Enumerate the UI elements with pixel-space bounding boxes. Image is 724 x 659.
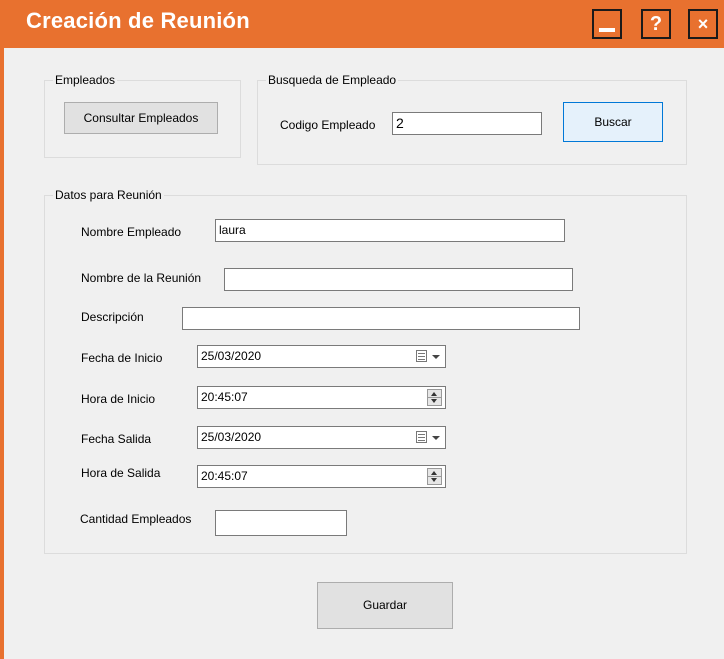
help-icon: ? bbox=[649, 13, 663, 35]
minimize-icon bbox=[599, 28, 615, 32]
nombre-reunion-label: Nombre de la Reunión bbox=[81, 271, 202, 285]
title-bar: Creación de Reunión ? × bbox=[4, 0, 724, 48]
spinner-icon[interactable] bbox=[427, 468, 442, 485]
hora-inicio-value: 20:45:07 bbox=[201, 390, 248, 404]
hora-salida-label: Hora de Salida bbox=[81, 466, 161, 480]
descripcion-label: Descripción bbox=[81, 310, 144, 324]
busqueda-group: Busqueda de Empleado Codigo Empleado 2 B… bbox=[257, 73, 687, 165]
spinner-icon[interactable] bbox=[427, 389, 442, 406]
nombre-empleado-label: Nombre Empleado bbox=[81, 225, 182, 239]
fecha-inicio-value: 25/03/2020 bbox=[201, 349, 262, 363]
busqueda-legend: Busqueda de Empleado bbox=[266, 73, 399, 87]
nombre-reunion-input[interactable] bbox=[224, 268, 573, 291]
fecha-salida-picker[interactable]: 25/03/2020 bbox=[197, 426, 446, 449]
calendar-icon[interactable] bbox=[416, 431, 427, 443]
hora-inicio-label: Hora de Inicio bbox=[81, 392, 156, 406]
codigo-empleado-input[interactable]: 2 bbox=[392, 112, 542, 135]
hora-inicio-picker[interactable]: 20:45:07 bbox=[197, 386, 446, 409]
cantidad-empleados-label: Cantidad Empleados bbox=[80, 512, 192, 526]
help-button[interactable]: ? bbox=[641, 9, 671, 39]
consultar-empleados-button[interactable]: Consultar Empleados bbox=[64, 102, 218, 134]
cantidad-empleados-input[interactable] bbox=[215, 510, 347, 536]
guardar-button[interactable]: Guardar bbox=[317, 582, 453, 629]
fecha-inicio-picker[interactable]: 25/03/2020 bbox=[197, 345, 446, 368]
minimize-button[interactable] bbox=[592, 9, 622, 39]
calendar-icon[interactable] bbox=[416, 350, 427, 362]
fecha-salida-label: Fecha Salida bbox=[81, 432, 152, 446]
empleados-group: Empleados Consultar Empleados bbox=[44, 73, 241, 158]
empleados-legend: Empleados bbox=[53, 73, 118, 87]
window-title: Creación de Reunión bbox=[26, 8, 250, 33]
buscar-button[interactable]: Buscar bbox=[563, 102, 663, 142]
close-icon: × bbox=[697, 14, 709, 34]
nombre-empleado-input[interactable]: laura bbox=[215, 219, 565, 242]
chevron-down-icon[interactable] bbox=[432, 355, 440, 359]
fecha-salida-value: 25/03/2020 bbox=[201, 430, 262, 444]
main-window: Creación de Reunión ? × Empleados Consul… bbox=[0, 0, 724, 659]
hora-salida-picker[interactable]: 20:45:07 bbox=[197, 465, 446, 488]
chevron-down-icon[interactable] bbox=[432, 436, 440, 440]
codigo-empleado-label: Codigo Empleado bbox=[280, 118, 376, 132]
descripcion-input[interactable] bbox=[182, 307, 580, 330]
hora-salida-value: 20:45:07 bbox=[201, 469, 248, 483]
close-button[interactable]: × bbox=[688, 9, 718, 39]
datos-legend: Datos para Reunión bbox=[53, 188, 164, 202]
fecha-inicio-label: Fecha de Inicio bbox=[81, 351, 163, 365]
datos-reunion-group: Datos para Reunión Nombre Empleado laura… bbox=[44, 188, 687, 554]
